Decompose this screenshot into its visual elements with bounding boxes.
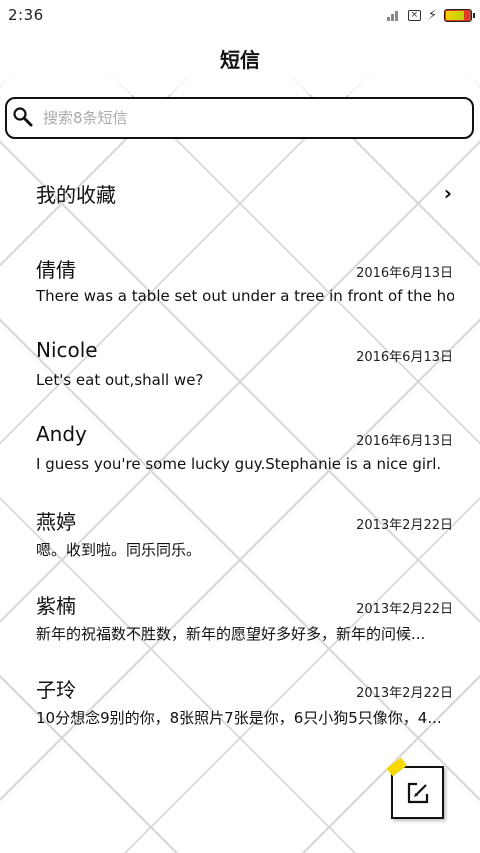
message-sender: Andy	[36, 422, 87, 446]
message-date: 2013年2月22日	[356, 686, 453, 701]
message-date: 2016年6月13日	[356, 266, 453, 281]
status-bar: 2:36 × ⚡	[0, 0, 480, 30]
message-sender: 燕婷	[36, 510, 76, 534]
message-sender: Nicole	[36, 338, 98, 362]
compose-icon	[407, 782, 428, 803]
message-date: 2016年6月13日	[356, 350, 453, 365]
status-icons: × ⚡	[386, 7, 475, 23]
battery-icon	[444, 8, 475, 22]
chevron-right-icon: ›	[443, 181, 452, 205]
favorites-label: 我的收藏	[36, 182, 116, 207]
message-item[interactable]: Andy 2016年6月13日 I guess you're some luck…	[0, 422, 480, 506]
message-date: 2016年6月13日	[356, 434, 453, 449]
message-sender: 紫楠	[36, 594, 76, 618]
message-sender: 子玲	[36, 678, 76, 702]
message-date: 2013年2月22日	[356, 518, 453, 533]
page-title: 短信	[220, 48, 260, 72]
search-bar[interactable]	[5, 97, 474, 139]
message-preview: 10分想念9别的你，8张照片7张是你，6只小狗5只像你，4...	[36, 709, 442, 727]
signal-icon	[386, 9, 401, 21]
message-item[interactable]: 燕婷 2013年2月22日 嗯。收到啦。同乐同乐。	[0, 506, 480, 590]
charging-bolt-icon: ⚡	[427, 7, 437, 23]
message-preview: I guess you're some lucky guy.Stephanie …	[36, 455, 442, 473]
message-item[interactable]: 紫楠 2013年2月22日 新年的祝福数不胜数，新年的愿望好多好多，新年的问候.…	[0, 590, 480, 674]
message-preview: Let's eat out,shall we?	[36, 371, 204, 389]
message-sender: 倩倩	[36, 258, 76, 282]
sim-x-icon: ×	[407, 9, 421, 21]
message-item[interactable]: Nicole 2016年6月13日 Let's eat out,shall we…	[0, 338, 480, 422]
message-item[interactable]: 倩倩 2016年6月13日 There was a table set out …	[0, 254, 480, 338]
search-input[interactable]	[43, 109, 443, 127]
compose-button[interactable]	[391, 766, 444, 819]
search-icon	[13, 107, 33, 127]
message-date: 2013年2月22日	[356, 602, 453, 617]
message-item[interactable]: 子玲 2013年2月22日 10分想念9别的你，8张照片7张是你，6只小狗5只像…	[0, 674, 480, 758]
battery-level	[446, 10, 465, 20]
message-preview: 嗯。收到啦。同乐同乐。	[36, 541, 202, 559]
message-preview: There was a table set out under a tree i…	[36, 287, 454, 305]
favorites-row[interactable]: 我的收藏 ›	[0, 165, 480, 221]
status-time: 2:36	[8, 6, 44, 24]
message-preview: 新年的祝福数不胜数，新年的愿望好多好多，新年的问候...	[36, 625, 426, 643]
